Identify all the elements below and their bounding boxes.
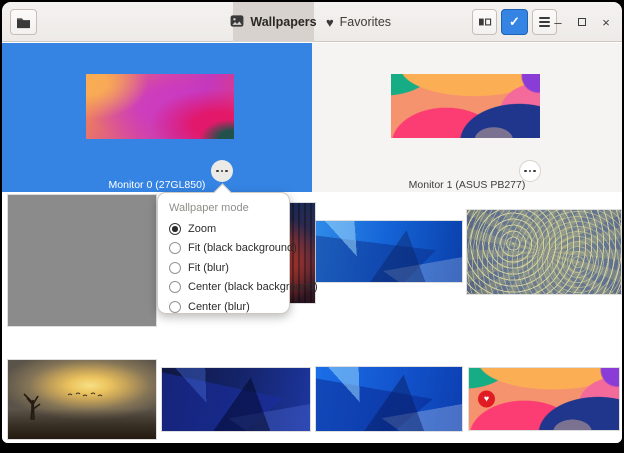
thumbnail-aerial-forest[interactable] [467,210,621,294]
monitor-0-wallpaper-preview [86,74,234,139]
tab-wallpapers[interactable]: Wallpapers [233,2,314,42]
favorite-badge: ♥ [478,391,495,408]
heart-icon: ♥ [484,395,489,404]
minimize-button[interactable]: – [546,10,570,34]
birds-silhouette [66,386,106,394]
open-folder-button[interactable] [10,9,37,35]
monitor-0-label: Monitor 0 (27GL850) [2,179,312,191]
radio-icon [169,281,181,293]
thumbnail-sunset-tree[interactable] [8,360,156,439]
headerbar: Wallpapers ♥ Favorites ✓ [2,2,622,42]
close-icon: × [602,15,610,30]
tab-wallpapers-label: Wallpapers [250,15,316,29]
span-displays-button[interactable] [472,9,497,35]
apply-wallpapers-button[interactable]: ✓ [501,9,528,35]
radio-icon [169,262,181,274]
wallpaper-grid: ♥ [2,192,622,443]
close-button[interactable]: × [594,10,618,34]
tree-silhouette [18,386,48,425]
popover-title: Wallpaper mode [169,202,278,214]
maximize-icon [578,18,586,26]
radio-selected-icon [169,223,181,235]
radio-icon [169,242,181,254]
tab-favorites[interactable]: ♥ Favorites [314,2,403,42]
folder-icon [16,16,31,29]
monitor-1-wallpaper-preview [391,74,540,138]
more-options-icon [216,170,219,173]
heart-icon: ♥ [326,16,334,29]
checkmark-icon: ✓ [509,14,520,30]
thumbnail-gray-placeholder[interactable] [8,195,156,326]
maximize-button[interactable] [570,10,594,34]
image-icon [230,15,244,30]
screen-background: Wallpapers ♥ Favorites ✓ [0,0,624,453]
radio-option-center-black[interactable]: Center (black background) [169,278,278,298]
monitor-1-label: Monitor 1 (ASUS PB277) [312,179,622,191]
monitors-section: Monitor 0 (27GL850) Monitor 1 (ASUS PB27… [2,43,622,192]
span-displays-icon [478,16,492,28]
thumbnail-bright-blue-geometric[interactable] [316,367,462,431]
radio-option-fit-black[interactable]: Fit (black background) [169,239,278,259]
thumbnail-blue-geometric[interactable] [316,221,462,282]
wallpaper-mode-popover: Wallpaper mode Zoom Fit (black backgroun… [157,192,290,314]
thumbnail-dark-navy-geometric[interactable] [162,368,310,431]
more-options-icon [524,170,527,173]
minimize-icon: – [554,15,561,30]
radio-option-center-blur[interactable]: Center (blur) [169,297,278,317]
radio-option-zoom[interactable]: Zoom [169,219,278,239]
app-window: Wallpapers ♥ Favorites ✓ [2,2,622,443]
monitor-0-card[interactable]: Monitor 0 (27GL850) [2,43,312,192]
tab-favorites-label: Favorites [340,15,391,29]
thumbnail-colorful-abstract[interactable]: ♥ [469,368,619,430]
monitor-1-card[interactable]: Monitor 1 (ASUS PB277) [312,43,622,192]
radio-option-fit-blur[interactable]: Fit (blur) [169,258,278,278]
radio-icon [169,301,181,313]
